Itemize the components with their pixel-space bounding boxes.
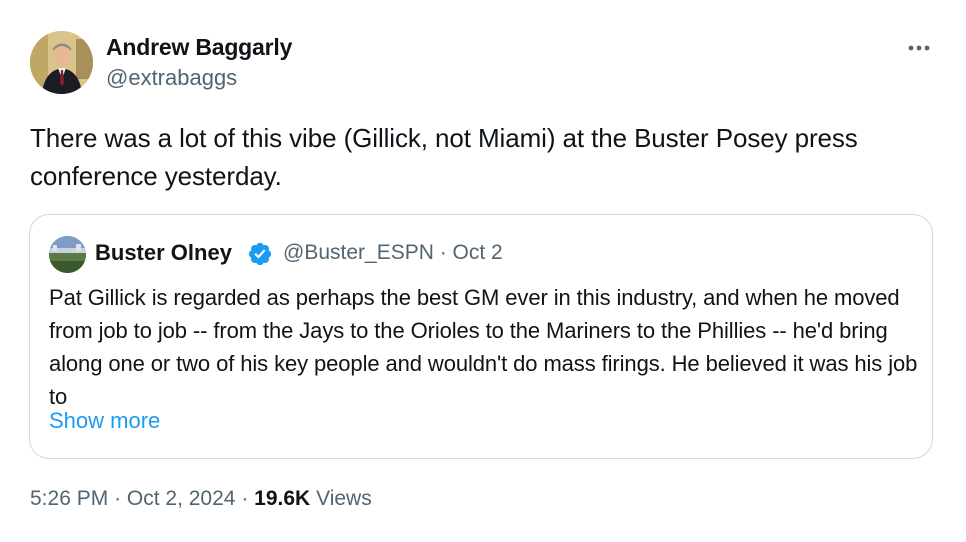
quoted-author-avatar[interactable] bbox=[49, 236, 86, 273]
more-horizontal-icon bbox=[908, 45, 930, 51]
tweet: Andrew Baggarly @extrabaggs There was a … bbox=[0, 0, 966, 542]
quoted-tweet-card[interactable]: Buster Olney @Buster_ESPN · Oct 2 Pat Gi… bbox=[29, 214, 933, 459]
tweet-meta: 5:26 PM · Oct 2, 2024 · 19.6K Views bbox=[30, 487, 372, 511]
author-handle[interactable]: @extrabaggs bbox=[106, 65, 237, 91]
author-name[interactable]: Andrew Baggarly bbox=[106, 34, 292, 61]
tweet-time[interactable]: 5:26 PM bbox=[30, 487, 108, 510]
views-label: Views bbox=[316, 487, 372, 510]
verified-badge-icon bbox=[248, 242, 272, 266]
views-count[interactable]: 19.6K bbox=[254, 487, 310, 510]
tweet-text: There was a lot of this vibe (Gillick, n… bbox=[30, 123, 858, 191]
more-options-button[interactable] bbox=[904, 36, 934, 60]
show-more-link[interactable]: Show more bbox=[49, 408, 160, 434]
quoted-author-handle-date[interactable]: @Buster_ESPN · Oct 2 bbox=[283, 241, 503, 265]
quoted-tweet-text: Pat Gillick is regarded as perhaps the b… bbox=[49, 285, 918, 409]
separator: · bbox=[241, 487, 249, 510]
quoted-author-name[interactable]: Buster Olney bbox=[95, 240, 232, 266]
separator: · bbox=[114, 487, 122, 510]
author-avatar[interactable] bbox=[30, 31, 93, 94]
tweet-date[interactable]: Oct 2, 2024 bbox=[127, 487, 236, 510]
